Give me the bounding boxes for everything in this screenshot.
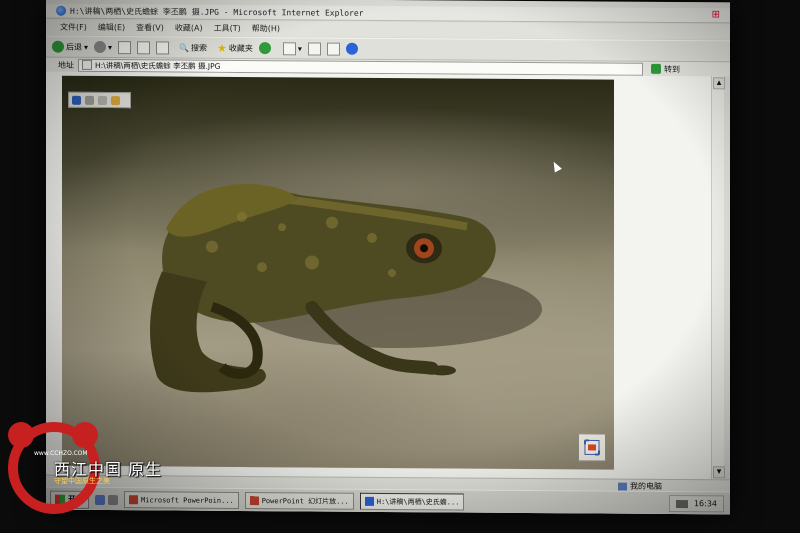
task-ie-image[interactable]: H:\讲稿\两栖\史氏蟾... xyxy=(359,492,465,511)
expand-image-button[interactable] xyxy=(578,433,606,462)
task-label: H:\讲稿\两栖\史氏蟾... xyxy=(376,497,460,506)
home-button[interactable] xyxy=(156,40,170,54)
menu-view[interactable]: 查看(V) xyxy=(136,22,164,33)
history-button[interactable] xyxy=(258,42,271,55)
computer-icon xyxy=(618,482,627,491)
print-icon[interactable] xyxy=(85,95,94,105)
quick-launch xyxy=(95,494,118,505)
windows-logo-icon: ⊞ xyxy=(711,9,720,21)
menu-file[interactable]: 文件(F) xyxy=(60,22,87,33)
back-arrow-icon xyxy=(52,40,64,53)
print-button[interactable] xyxy=(307,41,321,56)
stop-button[interactable] xyxy=(118,40,132,54)
go-button[interactable]: 转到 xyxy=(651,63,680,74)
scroll-down-icon[interactable]: ▼ xyxy=(713,466,725,479)
page-content: ▲ ▼ xyxy=(46,71,725,480)
ie-icon xyxy=(56,5,66,16)
refresh-icon xyxy=(137,40,151,54)
ie-icon xyxy=(364,496,374,506)
system-tray: 16:34 xyxy=(668,494,724,513)
dropdown-arrow-icon: ▾ xyxy=(84,42,89,52)
task-slideshow[interactable]: PowerPoint 幻灯片放... xyxy=(244,491,354,510)
print-icon xyxy=(307,41,321,56)
taskbar: 开始 Microsoft PowerPoin... PowerPoint 幻灯片… xyxy=(46,486,730,515)
search-button[interactable]: 🔍 搜索 xyxy=(179,42,207,53)
forward-arrow-icon xyxy=(94,40,107,54)
menu-favorites[interactable]: 收藏(A) xyxy=(175,23,203,34)
go-arrow-icon xyxy=(651,63,661,74)
powerpoint-icon xyxy=(129,495,138,505)
home-icon xyxy=(156,40,170,54)
logo-ear xyxy=(8,422,34,448)
edit-icon xyxy=(326,42,340,56)
desktop-quicklaunch-icon[interactable] xyxy=(108,494,118,505)
stop-icon xyxy=(118,40,132,54)
monitor-screen: H:\讲稿\两栖\史氏蟾蜍 李丕鹏 摄.JPG - Microsoft Inte… xyxy=(46,0,730,515)
folder-icon[interactable] xyxy=(111,95,120,105)
back-label: 后退 xyxy=(66,42,82,52)
start-label: 开始 xyxy=(68,494,84,504)
edit-button[interactable] xyxy=(326,42,340,56)
menu-help[interactable]: 帮助(H) xyxy=(252,23,280,34)
menu-tools[interactable]: 工具(T) xyxy=(214,23,241,34)
messenger-button[interactable] xyxy=(345,42,358,55)
clock: 16:34 xyxy=(693,499,717,509)
menu-edit[interactable]: 编辑(E) xyxy=(98,22,125,33)
dropdown-arrow-icon: ▾ xyxy=(297,43,302,53)
start-button[interactable]: 开始 xyxy=(50,490,89,509)
messenger-icon xyxy=(345,42,358,55)
scroll-up-icon[interactable]: ▲ xyxy=(713,77,725,90)
ie-quicklaunch-icon[interactable] xyxy=(95,494,105,505)
task-label: PowerPoint 幻灯片放... xyxy=(261,496,349,506)
keyboard-icon[interactable] xyxy=(675,499,688,508)
powerpoint-icon xyxy=(249,496,259,506)
windows-flag-icon xyxy=(55,494,65,505)
go-label: 转到 xyxy=(664,64,680,74)
history-icon xyxy=(258,42,271,55)
search-icon: 🔍 xyxy=(179,43,189,53)
refresh-button[interactable] xyxy=(137,40,151,54)
page-icon xyxy=(82,59,92,70)
back-button[interactable]: 后退 ▾ xyxy=(52,40,89,53)
search-label: 搜索 xyxy=(191,43,207,53)
favorites-label: 收藏夹 xyxy=(228,43,253,53)
dropdown-arrow-icon: ▾ xyxy=(108,42,113,52)
mail-icon[interactable] xyxy=(98,95,107,105)
favorites-button[interactable]: ★ 收藏夹 xyxy=(217,41,253,54)
window-title: H:\讲稿\两栖\史氏蟾蜍 李丕鹏 摄.JPG - Microsoft Inte… xyxy=(70,6,364,18)
toad-illustration xyxy=(150,184,542,393)
save-icon[interactable] xyxy=(72,95,81,105)
address-value: H:\讲稿\两栖\史氏蟾蜍 李丕鹏 摄.JPG xyxy=(95,60,221,71)
vertical-scrollbar[interactable]: ▲ ▼ xyxy=(711,76,725,480)
task-powerpoint[interactable]: Microsoft PowerPoin... xyxy=(124,491,239,509)
toad-photo xyxy=(62,75,614,470)
mail-icon xyxy=(282,41,296,55)
expand-icon xyxy=(584,439,600,456)
address-label: 地址 xyxy=(58,60,74,70)
star-icon: ★ xyxy=(217,41,227,55)
forward-button[interactable]: ▾ xyxy=(94,40,113,54)
mail-button[interactable]: ▾ xyxy=(282,41,302,55)
image-toolbar xyxy=(68,91,131,109)
task-label: Microsoft PowerPoin... xyxy=(141,495,234,505)
